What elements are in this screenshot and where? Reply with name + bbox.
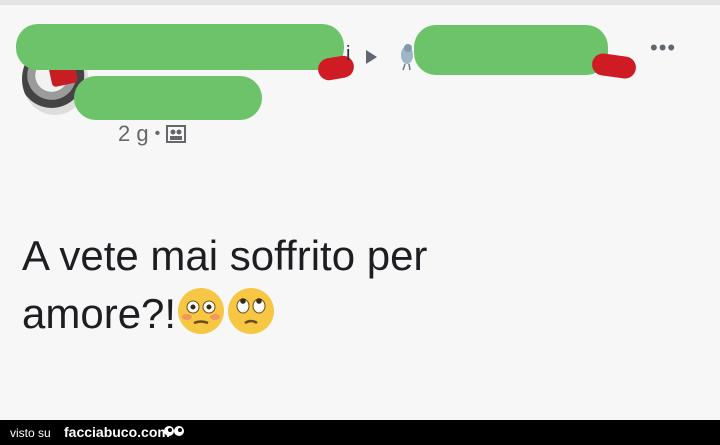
post-text: A vete mai soffrito per amore?! bbox=[22, 227, 682, 343]
meta-separator: • bbox=[154, 125, 161, 142]
group-audience-icon[interactable] bbox=[166, 125, 187, 143]
footer-visto-label: visto su bbox=[10, 426, 51, 440]
footer-site-label[interactable]: facciabuco.com bbox=[64, 424, 170, 440]
eyes-logo-icon bbox=[164, 426, 184, 436]
post-text-line-2: amore?! bbox=[22, 285, 682, 343]
watermark-footer: visto su facciabuco.com bbox=[0, 420, 720, 445]
post-text-line-2-text: amore?! bbox=[22, 290, 177, 337]
redacted-author-name bbox=[16, 24, 344, 70]
post-time[interactable]: 2 g bbox=[118, 121, 149, 147]
face-with-rolling-eyes-emoji bbox=[228, 288, 275, 334]
author-name-fragment: i bbox=[346, 43, 351, 65]
post-text-line-1: A vete mai soffrito per bbox=[22, 232, 428, 279]
facebook-post: i ••• 2 g • A vete mai soffrito per amor… bbox=[0, 5, 720, 420]
redacted-author-name-line2 bbox=[74, 76, 262, 120]
more-options-icon[interactable]: ••• bbox=[650, 35, 676, 61]
flushed-face-emoji bbox=[178, 288, 225, 334]
post-meta: 2 g • bbox=[118, 121, 187, 147]
red-scribble bbox=[590, 52, 638, 80]
redacted-group-name bbox=[414, 25, 608, 75]
shared-to-arrow-icon bbox=[366, 50, 377, 64]
